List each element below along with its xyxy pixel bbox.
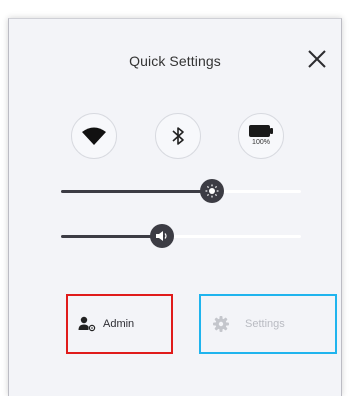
battery-toggle[interactable]: 100% <box>238 113 284 159</box>
screen: Quick Settings 100% Admin Settings <box>0 0 350 396</box>
quick-settings-panel: Quick Settings 100% Admin Settings <box>8 18 342 396</box>
admin-label: Admin <box>103 318 135 330</box>
close-button[interactable] <box>305 47 329 71</box>
user-gear-icon <box>78 316 96 332</box>
wifi-toggle[interactable] <box>71 113 117 159</box>
admin-button[interactable]: Admin <box>66 294 173 354</box>
settings-label: Settings <box>245 318 285 330</box>
brightness-thumb[interactable] <box>200 179 225 203</box>
gear-icon <box>213 316 229 332</box>
volume-fill <box>61 235 162 238</box>
brightness-fill <box>61 190 213 193</box>
speaker-icon <box>155 231 167 241</box>
volume-slider[interactable] <box>61 224 301 248</box>
battery-icon <box>249 125 273 137</box>
settings-button[interactable]: Settings <box>199 294 337 354</box>
volume-thumb[interactable] <box>149 224 174 248</box>
sun-icon <box>205 184 219 198</box>
bluetooth-toggle[interactable] <box>155 113 201 159</box>
bluetooth-icon <box>172 127 184 145</box>
brightness-slider[interactable] <box>61 179 301 203</box>
wifi-icon <box>82 127 106 145</box>
panel-title: Quick Settings <box>129 53 221 69</box>
close-icon <box>308 50 326 68</box>
battery-percent: 100% <box>252 139 270 146</box>
